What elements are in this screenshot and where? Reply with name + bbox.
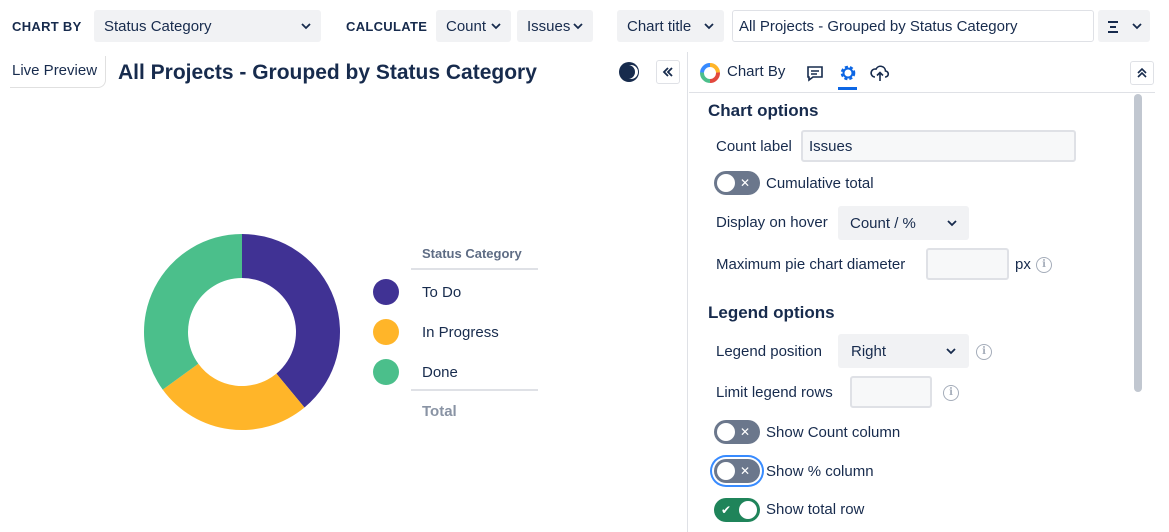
show-count-column-label: Show Count column xyxy=(766,424,901,441)
count-label-label: Count label xyxy=(716,138,792,155)
legend-swatch xyxy=(373,319,399,345)
legend-item-label: In Progress xyxy=(422,324,499,341)
chevron-down-icon xyxy=(573,21,583,31)
donut-slice-done[interactable] xyxy=(144,234,242,390)
legend-position-value: Right xyxy=(851,342,887,360)
max-pie-diameter-label: Maximum pie chart diameter xyxy=(716,256,906,273)
theme-toggle-icon[interactable] xyxy=(618,61,640,83)
donut-chart xyxy=(144,234,340,430)
show-percent-column-toggle[interactable]: ✕ xyxy=(714,459,760,483)
max-pie-diameter-input[interactable] xyxy=(926,248,1009,280)
align-center-icon xyxy=(1106,20,1120,33)
toggle-knob xyxy=(717,462,735,480)
show-count-column-toggle[interactable]: ✕ xyxy=(714,420,760,444)
x-icon: ✕ xyxy=(740,464,751,478)
legend-item-label: To Do xyxy=(422,284,462,301)
chevron-down-icon xyxy=(704,21,714,31)
chart-by-select[interactable]: Status Category xyxy=(94,10,321,42)
show-total-row-label: Show total row xyxy=(766,501,865,518)
chart-options-title: Chart options xyxy=(708,101,819,120)
donut-slice-to-do[interactable] xyxy=(242,234,340,408)
show-total-row-toggle[interactable]: ✔ xyxy=(714,498,760,522)
chevron-down-icon xyxy=(947,218,957,228)
live-preview-tab[interactable]: Live Preview xyxy=(10,56,106,88)
chart-by-value: Status Category xyxy=(104,17,212,35)
panel-scrollbar[interactable] xyxy=(1134,94,1142,392)
cloud-upload-icon[interactable] xyxy=(870,63,890,83)
cumulative-total-label: Cumulative total xyxy=(766,175,874,192)
chevron-down-icon xyxy=(1132,21,1142,31)
display-on-hover-select[interactable]: Count / % xyxy=(838,206,969,240)
limit-legend-rows-label: Limit legend rows xyxy=(716,384,833,401)
legend-position-select[interactable]: Right xyxy=(838,334,969,368)
panel-divider xyxy=(687,52,688,532)
panel-header-divider xyxy=(689,92,1155,93)
calc-metric-select[interactable]: Count xyxy=(436,10,511,42)
collapse-panel-button[interactable] xyxy=(656,60,680,84)
display-on-hover-value: Count / % xyxy=(850,214,916,232)
toggle-knob xyxy=(717,174,735,192)
show-percent-column-label: Show % column xyxy=(766,463,874,480)
max-pie-diameter-unit: px xyxy=(1015,256,1031,273)
legend-divider xyxy=(411,389,538,391)
chart-title-mode-value: Chart title xyxy=(627,17,692,35)
x-icon: ✕ xyxy=(740,176,751,190)
chart-title-input[interactable]: All Projects - Grouped by Status Categor… xyxy=(732,10,1094,42)
comment-icon[interactable] xyxy=(806,65,824,83)
chevron-down-icon xyxy=(491,21,501,31)
calc-metric-value: Count xyxy=(446,17,487,35)
x-icon: ✕ xyxy=(740,425,751,439)
double-chevron-left-icon xyxy=(662,67,673,77)
chart-by-tab-icon[interactable] xyxy=(699,62,721,84)
double-chevron-up-icon xyxy=(1137,67,1147,78)
chart-title-input-value: All Projects - Grouped by Status Categor… xyxy=(739,17,1018,35)
legend-options-title: Legend options xyxy=(708,303,835,322)
legend-item-label: Done xyxy=(422,364,458,381)
chart-by-tab-label[interactable]: Chart By xyxy=(727,63,785,80)
calculate-label: CALCULATE xyxy=(346,19,428,34)
check-icon: ✔ xyxy=(721,503,732,517)
chevron-down-icon xyxy=(301,21,311,31)
title-align-select[interactable] xyxy=(1098,10,1150,42)
cumulative-total-toggle[interactable]: ✕ xyxy=(714,171,760,195)
calc-target-select[interactable]: Issues xyxy=(517,10,593,42)
legend-divider xyxy=(411,268,538,270)
active-tab-indicator xyxy=(838,87,857,90)
preview-title: All Projects - Grouped by Status Categor… xyxy=(118,61,537,84)
chart-by-label: CHART BY xyxy=(12,19,82,34)
chart-title-mode-select[interactable]: Chart title xyxy=(617,10,724,42)
display-on-hover-label: Display on hover xyxy=(716,214,828,231)
count-label-input[interactable]: Issues xyxy=(801,130,1076,162)
info-icon[interactable]: i xyxy=(1036,257,1052,273)
count-label-input-value: Issues xyxy=(809,137,853,155)
legend-total-label: Total xyxy=(422,403,457,420)
limit-legend-rows-input[interactable] xyxy=(850,376,932,408)
legend-swatch xyxy=(373,279,399,305)
legend-swatch xyxy=(373,359,399,385)
info-icon[interactable]: i xyxy=(943,385,959,401)
chevron-down-icon xyxy=(946,346,956,356)
toggle-knob xyxy=(717,423,735,441)
legend-position-label: Legend position xyxy=(716,343,822,360)
info-icon[interactable]: i xyxy=(976,344,992,360)
calc-target-value: Issues xyxy=(527,17,571,35)
toggle-knob xyxy=(739,501,757,519)
collapse-up-button[interactable] xyxy=(1130,61,1154,85)
legend-header: Status Category xyxy=(422,246,522,261)
live-preview-tab-label: Live Preview xyxy=(12,62,98,79)
gear-icon[interactable] xyxy=(838,63,858,83)
